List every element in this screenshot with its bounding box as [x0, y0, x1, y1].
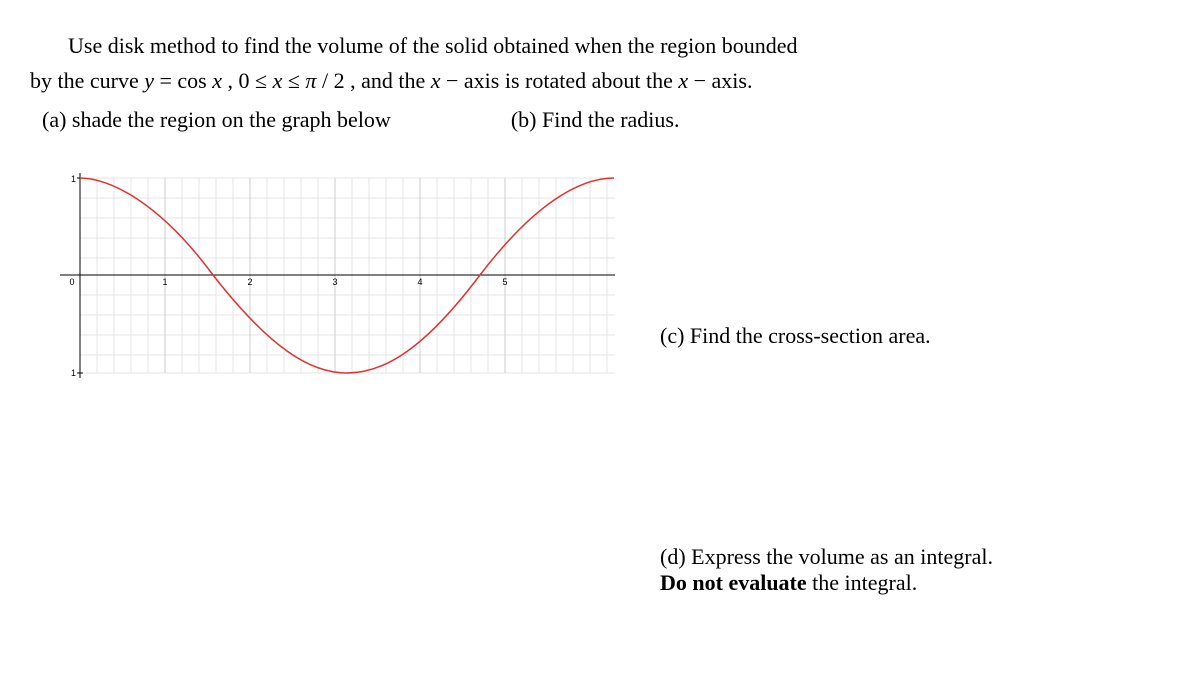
x-tick-5: 5: [502, 277, 507, 287]
x-tick-0: 0: [69, 277, 74, 287]
intro-text-1: Use disk method to find the volume of th…: [68, 33, 798, 58]
axis-text-2: − axis.: [688, 68, 752, 93]
eq-range-pre: , 0 ≤: [222, 68, 273, 93]
x-tick-2: 2: [247, 277, 252, 287]
part-d-bold: Do not evaluate: [660, 570, 807, 595]
eq-leq: ≤: [282, 68, 305, 93]
axis-x2: x: [678, 68, 688, 93]
problem-line-1: Use disk method to find the volume of th…: [30, 28, 1170, 63]
problem-line-2: by the curve y = cos x , 0 ≤ x ≤ π / 2 ,…: [30, 63, 1170, 98]
part-d-line1: (d) Express the volume as an integral.: [660, 544, 1180, 570]
eq-cos: = cos: [154, 68, 212, 93]
intro-prefix: by the curve: [30, 68, 144, 93]
axis-x1: x: [431, 68, 441, 93]
eq-pi: π: [305, 68, 316, 93]
x-tick-3: 3: [332, 277, 337, 287]
graph-container: 1 1 0 1 2 3 4 5: [50, 168, 620, 383]
part-d-line2: Do not evaluate the integral.: [660, 570, 1180, 596]
y-tick-1: 1: [71, 174, 76, 184]
eq-over2: / 2: [316, 68, 344, 93]
eq-range-x: x: [273, 68, 283, 93]
part-d: (d) Express the volume as an integral. D…: [660, 544, 1180, 596]
y-tick-neg1: 1: [71, 368, 76, 378]
eq-y: y: [144, 68, 154, 93]
axis-text-1: − axis is rotated about the: [441, 68, 679, 93]
cosine-graph: 1 1 0 1 2 3 4 5: [50, 168, 620, 383]
part-d-suffix: the integral.: [807, 570, 918, 595]
right-column: (c) Find the cross-section area. (d) Exp…: [660, 158, 1180, 596]
problem-statement: Use disk method to find the volume of th…: [30, 28, 1170, 138]
x-tick-4: 4: [417, 277, 422, 287]
part-c-label: (c) Find the cross-section area.: [660, 323, 1180, 349]
eq-x: x: [212, 68, 222, 93]
part-b-label: (b) Find the radius.: [511, 102, 680, 137]
x-tick-1: 1: [162, 277, 167, 287]
parts-ab-row: (a) shade the region on the graph below …: [30, 102, 1170, 137]
part-a-label: (a) shade the region on the graph below: [42, 102, 391, 137]
intro-mid: , and the: [345, 68, 431, 93]
